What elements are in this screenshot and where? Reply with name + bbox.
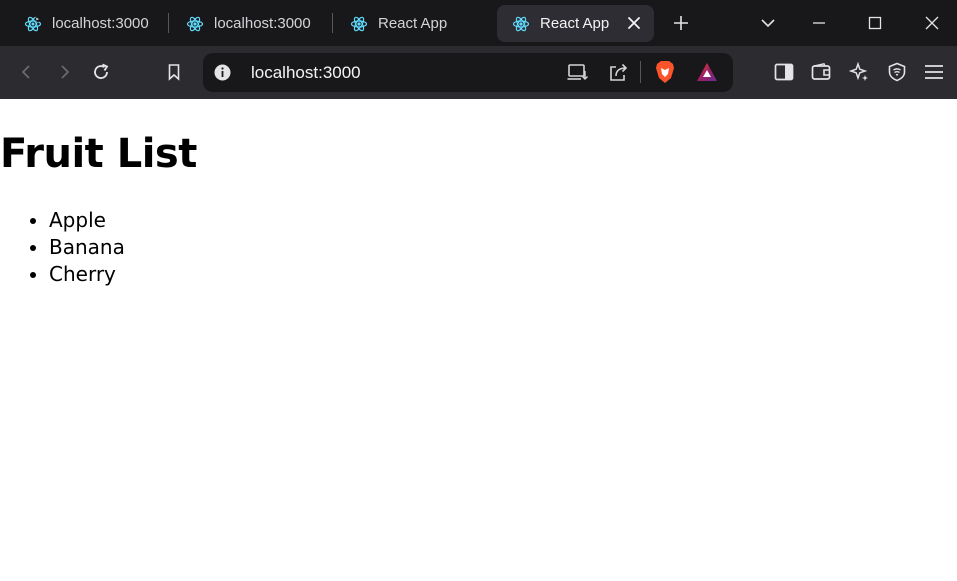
tab-divider: [168, 13, 169, 33]
react-icon: [350, 15, 368, 33]
tab-title: React App: [378, 15, 448, 32]
page-content: Fruit List Apple Banana Cherry: [0, 99, 957, 581]
tab-strip: localhost:3000 localhost:3000 React App …: [0, 0, 957, 46]
reload-icon: [94, 63, 109, 79]
close-icon: [925, 16, 939, 30]
share-icon[interactable]: [608, 61, 630, 88]
tab-title: React App: [540, 15, 610, 32]
shield-icon: [888, 62, 906, 82]
install-app-icon[interactable]: [567, 62, 589, 87]
url-text[interactable]: localhost:3000: [251, 63, 361, 83]
react-icon: [186, 15, 204, 33]
vpn-button[interactable]: [883, 58, 911, 86]
fruit-list: Apple Banana Cherry: [0, 207, 125, 288]
new-tab-button[interactable]: [666, 8, 696, 38]
bookmark-button[interactable]: [160, 58, 188, 86]
leo-ai-button[interactable]: [845, 58, 873, 86]
react-refresh-icon: [24, 15, 42, 33]
maximize-icon: [868, 16, 882, 30]
back-button[interactable]: [13, 58, 41, 86]
tab-1[interactable]: localhost:3000: [14, 5, 174, 42]
tab-title: localhost:3000: [214, 15, 311, 32]
sidebar-icon: [774, 63, 794, 81]
react-icon: [512, 15, 530, 33]
page-title: Fruit List: [0, 131, 197, 177]
sparkle-icon: [849, 62, 868, 81]
forward-arrow-icon: [61, 65, 70, 79]
close-tab-icon[interactable]: [626, 15, 642, 31]
wallet-button[interactable]: [807, 58, 835, 86]
tab-3[interactable]: React App: [340, 5, 500, 42]
close-window-button[interactable]: [917, 8, 947, 38]
site-info-icon[interactable]: [214, 64, 231, 86]
tab-search-button[interactable]: [753, 8, 783, 38]
brave-rewards-icon[interactable]: [696, 61, 718, 88]
list-item: Cherry: [49, 261, 125, 288]
forward-button[interactable]: [50, 58, 78, 86]
tab-2[interactable]: localhost:3000: [176, 5, 336, 42]
reload-button[interactable]: [87, 58, 115, 86]
menu-button[interactable]: [920, 58, 948, 86]
brave-shields-icon[interactable]: [654, 60, 676, 89]
hamburger-menu-icon: [925, 65, 943, 79]
browser-toolbar: localhost:3000: [0, 46, 957, 99]
plus-icon: [674, 16, 688, 30]
tab-4-active[interactable]: React App: [497, 5, 654, 42]
list-item: Banana: [49, 234, 125, 261]
address-divider: [640, 61, 641, 83]
tab-divider: [332, 13, 333, 33]
maximize-button[interactable]: [860, 8, 890, 38]
bookmark-icon: [168, 64, 180, 81]
minimize-button[interactable]: [804, 8, 834, 38]
minimize-icon: [813, 22, 825, 24]
wallet-icon: [811, 63, 831, 80]
list-item: Apple: [49, 207, 125, 234]
sidebar-button[interactable]: [770, 58, 798, 86]
back-arrow-icon: [21, 65, 30, 79]
tab-title: localhost:3000: [52, 15, 149, 32]
chevron-down-icon: [761, 19, 775, 28]
address-bar[interactable]: localhost:3000: [203, 53, 733, 92]
